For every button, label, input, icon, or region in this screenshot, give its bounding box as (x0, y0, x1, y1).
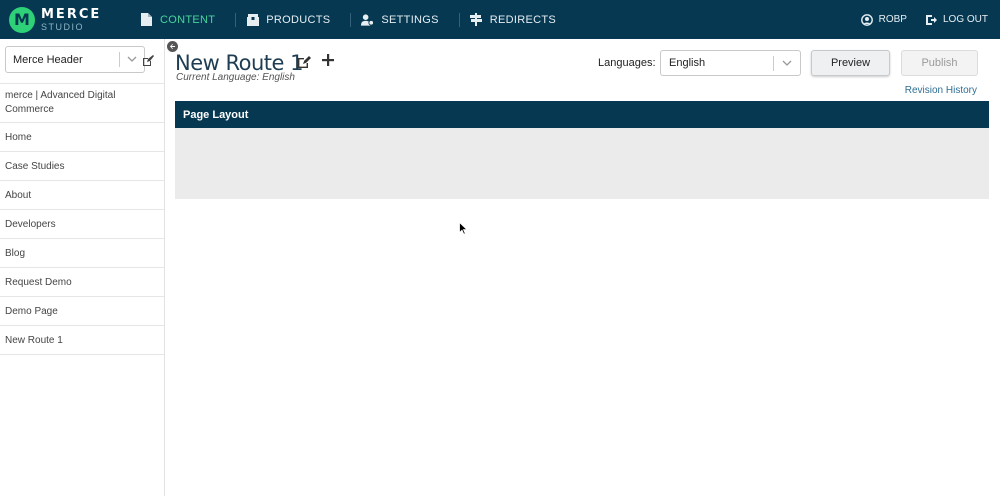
chevron-down-icon (127, 54, 137, 67)
nav-settings[interactable]: SETTINGS (351, 0, 458, 39)
publish-button[interactable]: Publish (901, 50, 978, 76)
logout-button[interactable]: LOG OUT (925, 14, 988, 26)
page-layout-header: Page Layout (175, 101, 989, 128)
edit-site-icon[interactable] (142, 54, 154, 72)
nav-products[interactable]: PRODUCTS (236, 0, 350, 39)
arrow-left-icon (170, 44, 175, 49)
list-item[interactable]: Blog (0, 239, 164, 268)
content-sidebar: Merce Header merce | Advanced Digital Co… (0, 39, 165, 496)
preview-button[interactable]: Preview (811, 50, 890, 76)
edit-title-icon[interactable] (297, 55, 312, 74)
add-icon[interactable] (321, 53, 335, 72)
user-circle-icon (860, 13, 873, 26)
box-icon (246, 13, 259, 26)
nav-redirects[interactable]: REDIRECTS (460, 0, 576, 39)
user-menu[interactable]: ROBP (860, 13, 907, 26)
list-item[interactable]: merce | Advanced Digital Commerce (0, 83, 164, 123)
languages-label: Languages: (598, 57, 656, 69)
revision-history-link[interactable]: Revision History (905, 85, 977, 96)
list-item[interactable]: Request Demo (0, 268, 164, 297)
page-layout-panel: Page Layout (175, 101, 989, 199)
mouse-cursor-icon (459, 221, 468, 240)
current-language: Current Language: English (176, 72, 295, 83)
document-icon (140, 13, 153, 26)
site-select[interactable]: Merce Header (5, 46, 145, 73)
signpost-icon (470, 13, 483, 26)
route-list: merce | Advanced Digital Commerce Home C… (0, 83, 164, 355)
list-item[interactable]: Home (0, 123, 164, 152)
users-gear-icon (361, 13, 375, 26)
logout-icon (925, 14, 937, 26)
list-item[interactable]: Developers (0, 210, 164, 239)
merce-logo-icon: M (9, 6, 35, 33)
list-item[interactable]: New Route 1 (0, 326, 164, 355)
list-item[interactable]: Demo Page (0, 297, 164, 326)
logo-wordmark: MERCE (41, 6, 102, 22)
merce-studio-logo[interactable]: M MERCE STUDIO (9, 6, 123, 33)
top-navigation-bar: M MERCE STUDIO CONTENT PRODUCTS SETTINGS (0, 0, 1000, 39)
chevron-down-icon (782, 58, 792, 71)
list-item[interactable]: About (0, 181, 164, 210)
list-item[interactable]: Case Studies (0, 152, 164, 181)
logo-subtitle: STUDIO (41, 21, 85, 32)
language-select[interactable]: English (660, 50, 801, 76)
main-nav: CONTENT PRODUCTS SETTINGS REDIRECTS (130, 0, 576, 39)
nav-content[interactable]: CONTENT (130, 0, 235, 39)
